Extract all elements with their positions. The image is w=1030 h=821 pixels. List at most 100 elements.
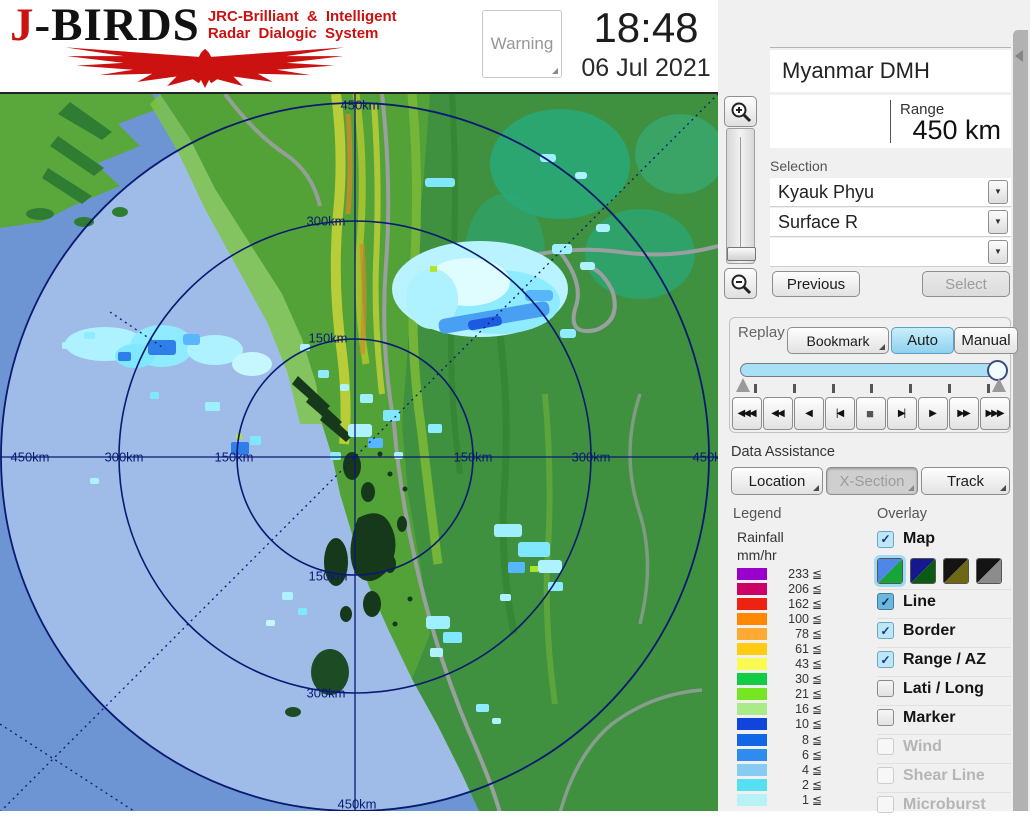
corner-mark-icon [813,485,819,491]
data-assistance-label: Data Assistance [731,444,835,460]
ring-label-300-top: 300km [306,213,346,229]
legend-value: 100 [788,611,809,626]
legend-row: 162 ≦ [737,596,847,611]
map-style-swatch-1[interactable] [874,555,906,587]
forward-button[interactable]: ▶▶ [949,397,979,430]
legend-value: 61 [795,642,809,657]
less-equal-icon: ≦ [812,777,823,792]
play-button[interactable]: ▶ [918,397,948,430]
legend-row: 21 ≦ [737,687,847,702]
check-icon: ✓ [880,532,891,546]
legend-row: 6 ≦ [737,747,847,762]
overlay-item-line[interactable]: ✓ Line [877,589,1011,611]
zoom-slider-handle[interactable] [727,247,756,261]
ring-label-450-bottom: 450km [337,796,377,812]
legend-row: 16 ≦ [737,702,847,717]
corner-mark-icon [908,485,914,491]
bookmark-button[interactable]: Bookmark [787,327,889,354]
previous-button[interactable]: Previous [772,271,860,297]
rewind-fast-button[interactable]: ◀◀◀ [732,397,762,430]
overlay-item-lati-long[interactable]: ✓ Lati / Long [877,676,1011,698]
collapse-panel-icon[interactable] [1015,50,1023,62]
legend-value: 16 [795,702,809,717]
legend-row: 2 ≦ [737,777,847,792]
site-dropdown[interactable]: Kyauk Phyu ▼ [770,178,1011,207]
product-dropdown[interactable]: Surface R ▼ [770,208,1011,237]
legend-value: 206 [788,581,809,596]
location-button[interactable]: Location [731,467,823,495]
x-section-button[interactable]: X-Section [826,467,918,495]
divider [890,100,891,143]
legend-row: 43 ≦ [737,657,847,672]
lati-long-checkbox[interactable]: ✓ [877,680,894,697]
overlay-controls: ✓ Map ✓ Line ✓ Border ✓ Range / AZ ✓ Lat… [874,528,1011,821]
legend-color-swatch [737,612,767,625]
logo-birds: -BIRDS [34,0,200,51]
corner-mark-icon [879,344,885,350]
clock-date: 06 Jul 2021 [581,54,711,82]
chevron-down-icon[interactable]: ▼ [988,180,1008,204]
legend-color-swatch [737,733,767,746]
track-button[interactable]: Track [921,467,1010,495]
stop-button[interactable]: ■ [856,397,886,430]
map-checkbox[interactable]: ✓ [877,530,894,548]
chevron-down-icon[interactable]: ▼ [988,240,1008,264]
clock-time: 18:48 [593,4,699,51]
play-reverse-button[interactable]: ◀ [794,397,824,430]
radar-map[interactable]: 450km 300km 150km 150km 300km 450km 450k… [0,92,718,811]
zoom-out-button[interactable] [724,268,757,299]
manual-button[interactable]: Manual [954,327,1018,354]
less-equal-icon: ≦ [812,596,823,611]
rewind-button[interactable]: ◀◀ [763,397,793,430]
replay-progress-slider[interactable] [740,360,1008,381]
replay-section: Replay Bookmark Auto Manual ◀◀◀ ◀◀ ◀ |◀ … [729,317,1018,433]
step-forward-button[interactable]: ▶| [887,397,917,430]
playback-controls: ◀◀◀ ◀◀ ◀ |◀ ■ ▶| ▶ ▶▶ ▶▶▶ [732,397,1010,430]
overlay-item-range-az[interactable]: ✓ Range / AZ [877,647,1011,669]
station-name: Myanmar DMH [782,58,930,83]
ring-label-300-left: 300km [104,449,144,465]
auto-button[interactable]: Auto [891,327,954,354]
panel-edge-strip[interactable] [1013,30,1028,811]
overlay-item-border[interactable]: ✓ Border [877,618,1011,640]
legend-color-swatch [737,778,767,791]
zoom-in-button[interactable] [724,96,757,127]
range-az-checkbox[interactable]: ✓ [877,651,894,668]
border-checkbox[interactable]: ✓ [877,622,894,639]
rainfall-legend: 233 ≦ 206 ≦ 162 ≦ 100 ≦ 78 ≦ 61 ≦ 43 ≦ 3… [737,566,847,808]
logo-letter-j: J [10,0,35,51]
less-equal-icon: ≦ [812,657,823,672]
legend-color-swatch [737,627,767,640]
select-button[interactable]: Select [922,271,1010,297]
map-style-swatch-4[interactable] [976,558,1002,584]
option-dropdown[interactable]: ▼ [770,238,1011,267]
legend-color-swatch [737,718,767,731]
less-equal-icon: ≦ [812,642,823,657]
legend-color-swatch [737,658,767,671]
legend-row: 206 ≦ [737,581,847,596]
magnifier-minus-icon [731,274,751,294]
less-equal-icon: ≦ [812,717,823,732]
legend-value: 162 [788,596,809,611]
range-start-marker-icon [736,378,750,392]
legend-value: 43 [795,657,809,672]
legend-label: Legend [733,506,782,522]
overlay-item-map[interactable]: ✓ Map [877,528,1011,550]
magnifier-plus-icon [731,102,751,122]
overlay-item-marker[interactable]: ✓ Marker [877,705,1011,727]
map-style-swatch-2[interactable] [910,558,936,584]
forward-fast-button[interactable]: ▶▶▶ [980,397,1010,430]
zoom-slider[interactable] [726,128,756,264]
ring-label-450-top: 450km [340,97,380,113]
ring-label-150-right: 150km [453,449,493,465]
step-back-button[interactable]: |◀ [825,397,855,430]
chevron-down-icon[interactable]: ▼ [988,210,1008,234]
legend-value: 233 [788,566,809,581]
ring-label-450-left: 450km [10,449,50,465]
warning-button[interactable]: Warning [482,10,562,78]
line-checkbox[interactable]: ✓ [877,593,894,610]
legend-value: 8 [802,732,809,747]
marker-checkbox[interactable]: ✓ [877,709,894,726]
map-style-swatch-3[interactable] [943,558,969,584]
legend-row: 30 ≦ [737,672,847,687]
